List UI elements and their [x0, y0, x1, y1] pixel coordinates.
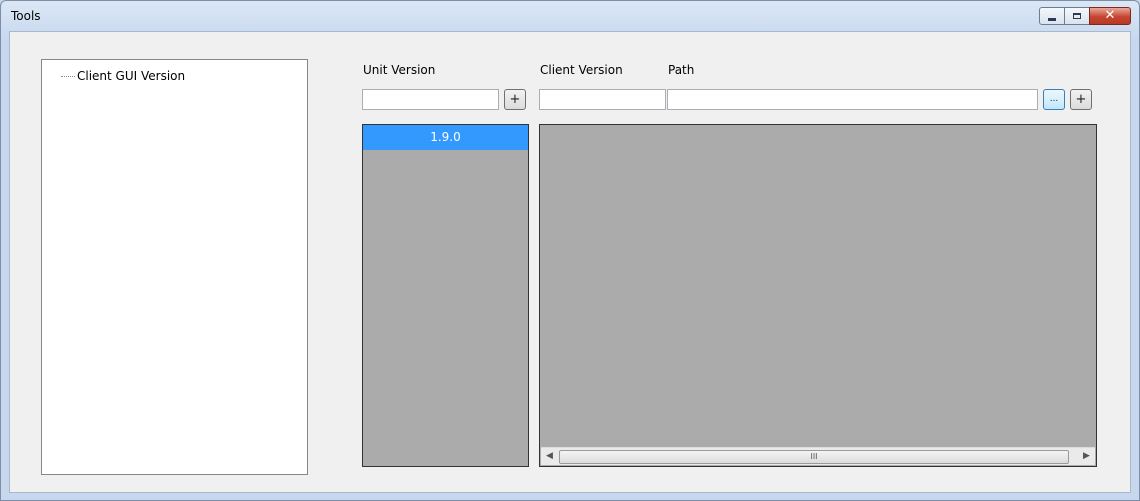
version-tree[interactable]: Client GUI Version — [41, 59, 308, 475]
client-version-label: Client Version — [540, 63, 623, 77]
tools-window: Tools ✕ Client GUI Version Unit Version … — [0, 0, 1140, 501]
tree-node-label: Client GUI Version — [77, 69, 186, 83]
tree-connector-line — [61, 75, 75, 77]
maximize-button[interactable] — [1064, 7, 1090, 25]
maximize-icon — [1073, 13, 1081, 19]
path-label: Path — [668, 63, 695, 77]
path-input[interactable] — [667, 89, 1038, 110]
client-path-grid[interactable]: ◀ III ▶ — [539, 124, 1097, 467]
unit-version-label: Unit Version — [363, 63, 436, 77]
add-unit-version-button[interactable]: + — [504, 89, 526, 110]
horizontal-scrollbar[interactable]: ◀ III ▶ — [541, 447, 1095, 465]
tree-node-client-gui-version[interactable]: Client GUI Version — [61, 69, 185, 83]
close-icon: ✕ — [1104, 8, 1116, 23]
title-bar[interactable]: Tools ✕ — [1, 1, 1139, 31]
scrollbar-thumb[interactable]: III — [559, 450, 1069, 464]
list-item-1-9-0[interactable]: 1.9.0 — [363, 125, 528, 150]
add-path-button[interactable]: + — [1070, 89, 1092, 110]
window-controls: ✕ — [1039, 7, 1131, 25]
client-version-input[interactable] — [539, 89, 666, 110]
close-button[interactable]: ✕ — [1089, 7, 1131, 25]
browse-path-button[interactable]: ... — [1043, 89, 1065, 110]
scroll-right-icon[interactable]: ▶ — [1078, 448, 1095, 465]
minimize-icon — [1048, 17, 1056, 21]
unit-version-input[interactable] — [362, 89, 499, 110]
scrollbar-grip-icon: III — [810, 452, 818, 461]
client-area: Client GUI Version Unit Version Client V… — [9, 31, 1131, 493]
scroll-left-icon[interactable]: ◀ — [541, 448, 558, 465]
unit-version-list[interactable]: 1.9.0 — [362, 124, 529, 467]
minimize-button[interactable] — [1039, 7, 1065, 25]
window-title: Tools — [11, 9, 41, 23]
